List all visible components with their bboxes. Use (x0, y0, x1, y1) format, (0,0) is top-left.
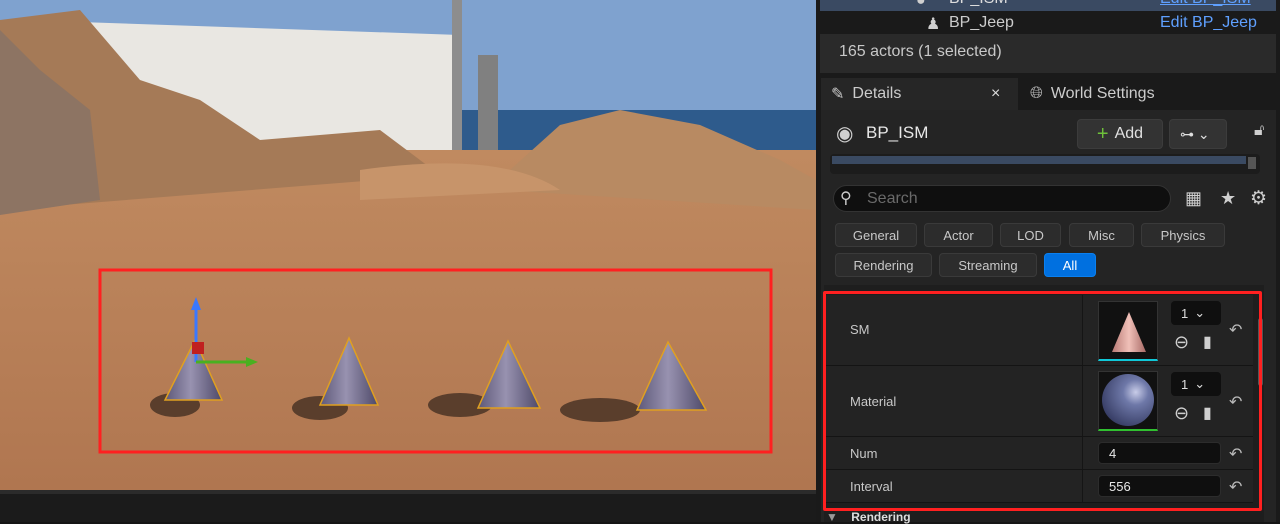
filter-all[interactable]: All (1044, 253, 1096, 277)
outliner-row-selected[interactable]: ● BP_ISM Edit BP_ISM (820, 0, 1276, 11)
filter-streaming[interactable]: Streaming (939, 253, 1037, 277)
search-icon: ⚲ (840, 190, 852, 207)
property-row-num: Num 4 ↶ (826, 437, 1253, 470)
gear-icon[interactable]: ⚙ (1250, 187, 1267, 210)
browse-asset-icon[interactable]: ▮ (1203, 332, 1212, 352)
table-view-icon[interactable]: ▦ (1185, 188, 1202, 209)
material-thumbnail[interactable] (1098, 371, 1158, 431)
unlock-icon[interactable]: 🔓︎ (1254, 122, 1264, 140)
close-icon[interactable]: × (991, 85, 1000, 103)
browse-asset-icon[interactable]: ▮ (1203, 403, 1212, 423)
tab-label: World Settings (1050, 85, 1155, 102)
pawn-icon: ♟ (926, 16, 941, 33)
component-tree-selected-row[interactable] (832, 156, 1246, 164)
outliner-item-name: BP_ISM (949, 0, 1008, 8)
edit-link[interactable]: Edit BP_Jeep (1160, 14, 1257, 32)
scrollbar[interactable] (1248, 157, 1256, 169)
blueprint-options-dropdown[interactable]: ⊶ ⌄ (1169, 119, 1227, 149)
filter-misc[interactable]: Misc (1069, 223, 1134, 247)
property-label: Material (850, 394, 897, 409)
use-selected-arrow-icon[interactable]: ⊖ (1174, 332, 1189, 353)
property-row-interval: Interval 556 ↶ (826, 470, 1253, 503)
chevron-down-icon: ⌄ (1194, 376, 1206, 391)
component-tree (830, 154, 1260, 174)
filter-physics[interactable]: Physics (1141, 223, 1225, 247)
chevron-down-icon: ⌄ (1197, 126, 1210, 142)
property-label: SM (850, 322, 870, 337)
viewport-scene (0, 0, 816, 490)
actor-icon: ● (916, 0, 926, 9)
outliner-status: 165 actors (1 selected) (820, 34, 1276, 73)
details-scrollbar[interactable] (1258, 318, 1263, 386)
reset-icon[interactable]: ↶ (1229, 392, 1242, 412)
level-viewport[interactable] (0, 0, 816, 490)
hierarchy-icon: ⊶ (1180, 126, 1194, 142)
reset-icon[interactable]: ↶ (1229, 477, 1242, 497)
search-input[interactable]: ⚲ Search (833, 185, 1171, 212)
actor-name: BP_ISM (866, 123, 929, 142)
tab-world-settings[interactable]: 🌐︎ World Settings (1020, 78, 1260, 110)
material-count-dropdown[interactable]: 1 ⌄ (1171, 372, 1221, 396)
property-label: Interval (850, 479, 893, 494)
right-panel: ● BP_ISM Edit BP_ISM ♟ BP_Jeep Edit BP_J… (816, 0, 1280, 524)
filter-actor[interactable]: Actor (924, 223, 993, 247)
tab-details[interactable]: ✎ Details × (821, 78, 1018, 110)
count-value: 1 (1181, 305, 1189, 321)
interval-input[interactable]: 556 (1098, 475, 1221, 497)
filter-lod[interactable]: LOD (1000, 223, 1061, 247)
add-component-button[interactable]: + Add (1077, 119, 1163, 149)
property-row-sm: SM 1 ⌄ ⊖ ▮ ↶ (826, 295, 1253, 366)
plus-icon: + (1096, 122, 1109, 145)
chevron-down-icon: ⌄ (1194, 305, 1206, 320)
static-mesh-thumbnail[interactable] (1098, 301, 1158, 361)
outliner-item-name: BP_Jeep (949, 14, 1014, 31)
reset-icon[interactable]: ↶ (1229, 444, 1242, 464)
count-value: 1 (1181, 376, 1189, 392)
filter-general[interactable]: General (835, 223, 917, 247)
property-label: Num (850, 446, 878, 461)
edit-link[interactable]: Edit BP_ISM (1160, 0, 1251, 8)
mesh-count-dropdown[interactable]: 1 ⌄ (1171, 301, 1221, 325)
edit-pencil-icon: ✎ (831, 86, 845, 103)
globe-icon: 🌐︎ (1030, 85, 1043, 102)
star-icon[interactable]: ★ (1220, 188, 1236, 209)
filter-rendering[interactable]: Rendering (835, 253, 932, 277)
viewport-bottom-bar (0, 490, 816, 522)
use-selected-arrow-icon[interactable]: ⊖ (1174, 403, 1189, 424)
property-row-material: Material 1 ⌄ ⊖ ▮ ↶ (826, 366, 1253, 437)
outliner-row[interactable]: ♟ BP_Jeep Edit BP_Jeep (820, 12, 1276, 34)
reset-icon[interactable]: ↶ (1229, 320, 1242, 340)
add-label: Add (1114, 125, 1144, 142)
search-placeholder: Search (867, 190, 918, 207)
actor-sphere-icon: ◉ (836, 123, 854, 145)
tab-label: Details (852, 85, 902, 102)
num-input[interactable]: 4 (1098, 442, 1221, 464)
